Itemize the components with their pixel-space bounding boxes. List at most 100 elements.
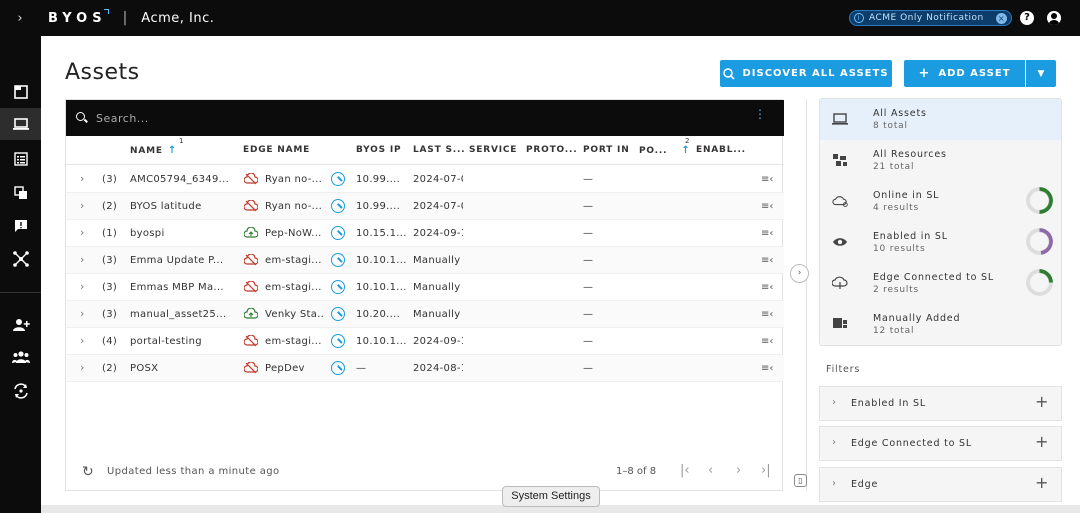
asset-name[interactable]: Emma Update P...: [130, 255, 234, 266]
expand-row-icon[interactable]: ›: [80, 280, 84, 293]
plus-icon: +: [918, 66, 931, 81]
edge-link-icon[interactable]: [331, 253, 345, 267]
help-icon[interactable]: ?: [1020, 11, 1034, 25]
copy-icon[interactable]: [0, 177, 41, 209]
group-icon[interactable]: [0, 341, 41, 373]
edge-name[interactable]: em-stagi...: [265, 336, 323, 347]
prev-page-icon[interactable]: ‹: [708, 463, 713, 478]
network-icon[interactable]: [0, 243, 41, 275]
table-row[interactable]: › (2) BYOS latitude Ryan no-... 10.99...…: [66, 193, 784, 220]
plus-icon[interactable]: +: [1035, 473, 1048, 492]
expand-row-icon[interactable]: ›: [80, 253, 84, 266]
laptop-icon[interactable]: [0, 108, 41, 140]
edge-name[interactable]: Ryan no-...: [265, 201, 323, 212]
more-options-icon[interactable]: ⋮: [754, 108, 766, 120]
asset-name[interactable]: BYOS latitude: [130, 201, 234, 212]
column-header-last-seen[interactable]: LAST S...: [413, 145, 465, 155]
plus-icon[interactable]: +: [1035, 392, 1048, 411]
org-name[interactable]: Acme, Inc.: [141, 11, 214, 26]
column-header-service[interactable]: SERVICE: [469, 145, 517, 155]
asset-name[interactable]: byospi: [130, 228, 234, 239]
row-menu-icon[interactable]: ≡‹: [761, 282, 773, 293]
add-asset-dropdown-button[interactable]: ▼: [1026, 60, 1056, 87]
summary-enabled-in-sl[interactable]: Enabled in SL 10 results: [820, 222, 1061, 263]
edge-name[interactable]: Ryan no-...: [265, 174, 323, 185]
panel-toggle-icon[interactable]: ▯: [794, 474, 807, 487]
byos-ip: —: [356, 363, 367, 374]
column-header-port[interactable]: PO... ↑: [639, 145, 691, 156]
expand-row-icon[interactable]: ›: [80, 172, 84, 185]
table-row[interactable]: › (1) byospi Pep-NoW... 10.15.1... 2024-…: [66, 220, 784, 247]
table-row[interactable]: › (3) manual_asset25... Venky Sta... 10.…: [66, 301, 784, 328]
edge-name[interactable]: Venky Sta...: [265, 309, 323, 320]
table-row[interactable]: › (3) Emma Update P... em-stagi... 10.10…: [66, 247, 784, 274]
user-icon[interactable]: [1047, 11, 1061, 25]
last-page-icon[interactable]: ›|: [761, 463, 771, 478]
filter-edge-connected-to-sl[interactable]: › Edge Connected to SL +: [819, 426, 1062, 461]
column-header-port-in[interactable]: PORT IN: [583, 145, 630, 155]
summary-sub: 2 results: [873, 285, 919, 295]
expand-row-icon[interactable]: ›: [80, 307, 84, 320]
table-row[interactable]: › (2) POSX PepDev — 2024-08-1 — ≡‹: [66, 355, 784, 382]
expand-row-icon[interactable]: ›: [80, 334, 84, 347]
edge-link-icon[interactable]: [331, 334, 345, 348]
collapse-panel-button[interactable]: ›: [790, 264, 809, 283]
edge-link-icon[interactable]: [331, 307, 345, 321]
column-header-byos-ip[interactable]: BYOS IP: [356, 145, 401, 155]
asset-name[interactable]: AMC05794_6349...: [130, 174, 234, 185]
first-page-icon[interactable]: |‹: [680, 463, 690, 478]
filter-edge[interactable]: › Edge +: [819, 467, 1062, 502]
row-menu-icon[interactable]: ≡‹: [761, 174, 773, 185]
plus-icon[interactable]: +: [1035, 432, 1048, 451]
column-header-edge-name[interactable]: EDGE NAME: [243, 145, 310, 155]
dashboard-icon[interactable]: [0, 76, 41, 108]
edge-link-icon[interactable]: [331, 226, 345, 240]
panel-divider[interactable]: [806, 99, 807, 491]
next-page-icon[interactable]: ›: [736, 463, 741, 478]
column-header-enabled[interactable]: ENABL...: [696, 145, 746, 155]
edge-name[interactable]: Pep-NoW...: [265, 228, 323, 239]
edge-link-icon[interactable]: [331, 280, 345, 294]
summary-online-in-sl[interactable]: Online in SL 4 results: [820, 181, 1061, 222]
asset-name[interactable]: Emmas MBP Ma...: [130, 282, 234, 293]
edge-link-icon[interactable]: [331, 199, 345, 213]
column-header-name[interactable]: NAME ↑: [130, 145, 177, 156]
edge-name[interactable]: em-stagi...: [265, 255, 323, 266]
sync-icon[interactable]: [0, 375, 41, 407]
add-asset-button[interactable]: + ADD ASSET: [904, 60, 1025, 87]
summary-all-resources[interactable]: All Resources 21 total: [820, 140, 1061, 181]
summary-all-assets[interactable]: All Assets 8 total: [820, 99, 1061, 140]
edge-name[interactable]: em-stagi...: [265, 282, 323, 293]
asset-name[interactable]: portal-testing: [130, 336, 234, 347]
table-row[interactable]: › (3) AMC05794_6349... Ryan no-... 10.99…: [66, 166, 784, 193]
summary-edge-connected-to-sl[interactable]: Edge Connected to SL 2 results: [820, 263, 1061, 304]
row-menu-icon[interactable]: ≡‹: [761, 309, 773, 320]
column-header-protocol[interactable]: PROTO...: [526, 145, 577, 155]
row-menu-icon[interactable]: ≡‹: [761, 336, 773, 347]
close-icon[interactable]: ×: [996, 12, 1007, 24]
row-menu-icon[interactable]: ≡‹: [761, 255, 773, 266]
edge-link-icon[interactable]: [331, 361, 345, 375]
expand-row-icon[interactable]: ›: [80, 226, 84, 239]
filter-enabled-in-sl[interactable]: › Enabled In SL +: [819, 386, 1062, 421]
row-menu-icon[interactable]: ≡‹: [761, 363, 773, 374]
feedback-icon[interactable]: [0, 210, 41, 242]
notification-badge[interactable]: i ACME Only Notification ×: [849, 10, 1012, 26]
list-icon[interactable]: [0, 143, 41, 175]
expand-row-icon[interactable]: ›: [80, 361, 84, 374]
table-row[interactable]: › (4) portal-testing em-stagi... 10.10.1…: [66, 328, 784, 355]
summary-manually-added[interactable]: Manually Added 12 total: [820, 304, 1061, 345]
asset-name[interactable]: manual_asset25...: [130, 309, 234, 320]
discover-all-assets-button[interactable]: DISCOVER ALL ASSETS: [720, 60, 892, 87]
search-input[interactable]: [96, 111, 696, 125]
table-row[interactable]: › (3) Emmas MBP Ma... em-stagi... 10.10.…: [66, 274, 784, 301]
add-user-icon[interactable]: [0, 309, 41, 341]
edge-name[interactable]: PepDev: [265, 363, 323, 374]
edge-link-icon[interactable]: [331, 172, 345, 186]
chevron-right-icon[interactable]: ›: [0, 11, 40, 26]
expand-row-icon[interactable]: ›: [80, 199, 84, 212]
row-menu-icon[interactable]: ≡‹: [761, 201, 773, 212]
asset-name[interactable]: POSX: [130, 363, 234, 374]
refresh-icon[interactable]: ↻: [82, 464, 94, 480]
row-menu-icon[interactable]: ≡‹: [761, 228, 773, 239]
